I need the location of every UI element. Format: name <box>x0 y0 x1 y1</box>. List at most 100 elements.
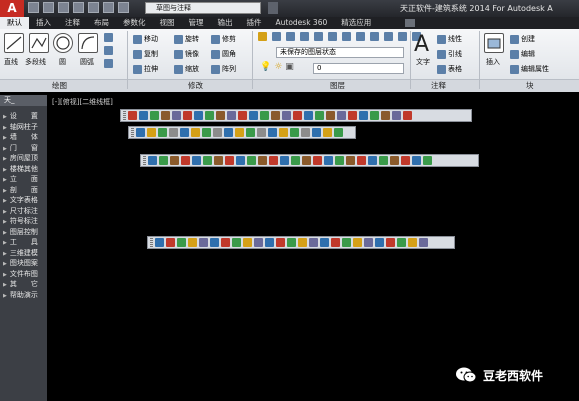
toolbar-tool-icon[interactable] <box>381 111 390 120</box>
toolbar-tool-icon[interactable] <box>268 128 277 137</box>
palette-item[interactable]: 楼梯其他 <box>3 164 38 175</box>
toolbar-tool-icon[interactable] <box>390 156 399 165</box>
lock-icon[interactable]: ▣ <box>285 62 294 73</box>
tab-layout[interactable]: 布局 <box>87 17 116 29</box>
chevron-down-icon[interactable] <box>268 2 278 14</box>
toolbar-tool-icon[interactable] <box>128 111 137 120</box>
palette-item[interactable]: 设 置 <box>3 111 38 122</box>
circle-button-label[interactable]: 圆 <box>59 57 66 67</box>
insert-button-label[interactable]: 插入 <box>486 57 500 67</box>
layer-icon[interactable] <box>342 32 351 41</box>
toolbar-tool-icon[interactable] <box>419 238 428 247</box>
toolbar-tool-icon[interactable] <box>293 111 302 120</box>
toolbar-tool-icon[interactable] <box>172 111 181 120</box>
toolbar-tool-icon[interactable] <box>257 128 266 137</box>
toolbar-tool-icon[interactable] <box>359 111 368 120</box>
redo-icon[interactable] <box>118 2 129 13</box>
undo-icon[interactable] <box>103 2 114 13</box>
palette-item[interactable]: 剖 面 <box>3 185 38 196</box>
layer-properties-icon[interactable] <box>258 32 267 41</box>
palette-item[interactable]: 其 它 <box>3 279 38 290</box>
fillet-button[interactable]: 圆角 <box>211 49 236 60</box>
toolbar-tool-icon[interactable] <box>243 238 252 247</box>
palette-item[interactable]: 门 窗 <box>3 143 38 154</box>
toolbar-tool-icon[interactable] <box>326 111 335 120</box>
layer-icon[interactable] <box>370 32 379 41</box>
toolbar-tool-icon[interactable] <box>205 111 214 120</box>
toolbar-tool-icon[interactable] <box>246 128 255 137</box>
palette-item[interactable]: 工 具 <box>3 237 38 248</box>
toolbar-tool-icon[interactable] <box>320 238 329 247</box>
toolbar-tool-icon[interactable] <box>357 156 366 165</box>
palette-item[interactable]: 墙 体 <box>3 132 38 143</box>
tab-featured-apps[interactable]: 精选应用 <box>334 17 378 29</box>
toolbar-tool-icon[interactable] <box>298 238 307 247</box>
toolbar-tool-icon[interactable] <box>213 128 222 137</box>
toolbar-tool-icon[interactable] <box>170 156 179 165</box>
toolbar-tool-icon[interactable] <box>136 128 145 137</box>
toolbar-tool-icon[interactable] <box>401 156 410 165</box>
toolbar-tool-icon[interactable] <box>210 238 219 247</box>
polyline-button-label[interactable]: 多段线 <box>25 57 46 67</box>
toolbar-tool-icon[interactable] <box>323 128 332 137</box>
toolbar-tool-icon[interactable] <box>258 156 267 165</box>
toolbar-tool-icon[interactable] <box>287 238 296 247</box>
palette-title[interactable]: 天_ <box>0 95 47 106</box>
toolbar-tool-icon[interactable] <box>161 111 170 120</box>
save-icon[interactable] <box>58 2 69 13</box>
toolbar-tool-icon[interactable] <box>181 156 190 165</box>
toolbar-tool-icon[interactable] <box>313 156 322 165</box>
tab-output[interactable]: 输出 <box>211 17 240 29</box>
palette-item[interactable]: 轴网柱子 <box>3 122 38 133</box>
toolbar-tool-icon[interactable] <box>279 128 288 137</box>
toolbar-tool-icon[interactable] <box>158 128 167 137</box>
line-button-label[interactable]: 直线 <box>4 57 18 67</box>
palette-item[interactable]: 符号标注 <box>3 216 38 227</box>
create-block-button[interactable]: 创建 <box>510 34 535 45</box>
toolbar-tool-icon[interactable] <box>309 238 318 247</box>
copy-button[interactable]: 复制 <box>133 49 158 60</box>
toolbar-tool-icon[interactable] <box>379 156 388 165</box>
toolbar-tool-icon[interactable] <box>265 238 274 247</box>
toolbar-tool-icon[interactable] <box>346 156 355 165</box>
toolbar-tool-icon[interactable] <box>412 156 421 165</box>
circle-icon[interactable] <box>53 33 73 53</box>
text-icon[interactable]: A <box>414 32 429 57</box>
toolbar-tool-icon[interactable] <box>397 238 406 247</box>
toolbar-tool-icon[interactable] <box>315 111 324 120</box>
toolbar-tool-icon[interactable] <box>155 238 164 247</box>
tab-insert[interactable]: 插入 <box>29 17 58 29</box>
toolbar-tool-icon[interactable] <box>408 238 417 247</box>
rotate-button[interactable]: 旋转 <box>174 34 199 45</box>
move-button[interactable]: 移动 <box>133 34 158 45</box>
hatch-icon[interactable] <box>104 59 113 68</box>
toolbar-tool-icon[interactable] <box>236 156 245 165</box>
tab-parametric[interactable]: 参数化 <box>116 17 153 29</box>
toolbar-grip-icon[interactable] <box>131 128 134 137</box>
toolbar-tool-icon[interactable] <box>148 156 157 165</box>
print-icon[interactable] <box>88 2 99 13</box>
toolbar-tool-icon[interactable] <box>403 111 412 120</box>
toolbar-tool-icon[interactable] <box>227 111 236 120</box>
toolbar-tool-icon[interactable] <box>188 238 197 247</box>
palette-item[interactable]: 尺寸标注 <box>3 206 38 217</box>
lightbulb-icon[interactable]: 💡 <box>260 62 271 73</box>
tab-default[interactable]: 默认 <box>0 17 29 29</box>
toolbar-tool-icon[interactable] <box>290 128 299 137</box>
toolbar-tool-icon[interactable] <box>364 238 373 247</box>
open-file-icon[interactable] <box>43 2 54 13</box>
toolbar-tool-icon[interactable] <box>271 111 280 120</box>
toolbar-tool-icon[interactable] <box>247 156 256 165</box>
edit-attributes-button[interactable]: 编辑属性 <box>510 64 549 75</box>
floating-toolbar[interactable] <box>147 236 455 249</box>
toolbar-tool-icon[interactable] <box>260 111 269 120</box>
layer-icon[interactable] <box>286 32 295 41</box>
viewport-controls[interactable]: [-][俯视][二维线框] <box>52 97 113 107</box>
toolbar-tool-icon[interactable] <box>238 111 247 120</box>
scale-button[interactable]: 缩放 <box>174 64 199 75</box>
rectangle-icon[interactable] <box>104 33 113 42</box>
palette-item[interactable]: 三维建模 <box>3 248 38 259</box>
toolbar-tool-icon[interactable] <box>392 111 401 120</box>
tab-view[interactable]: 视图 <box>153 17 182 29</box>
polyline-icon[interactable] <box>29 33 49 53</box>
